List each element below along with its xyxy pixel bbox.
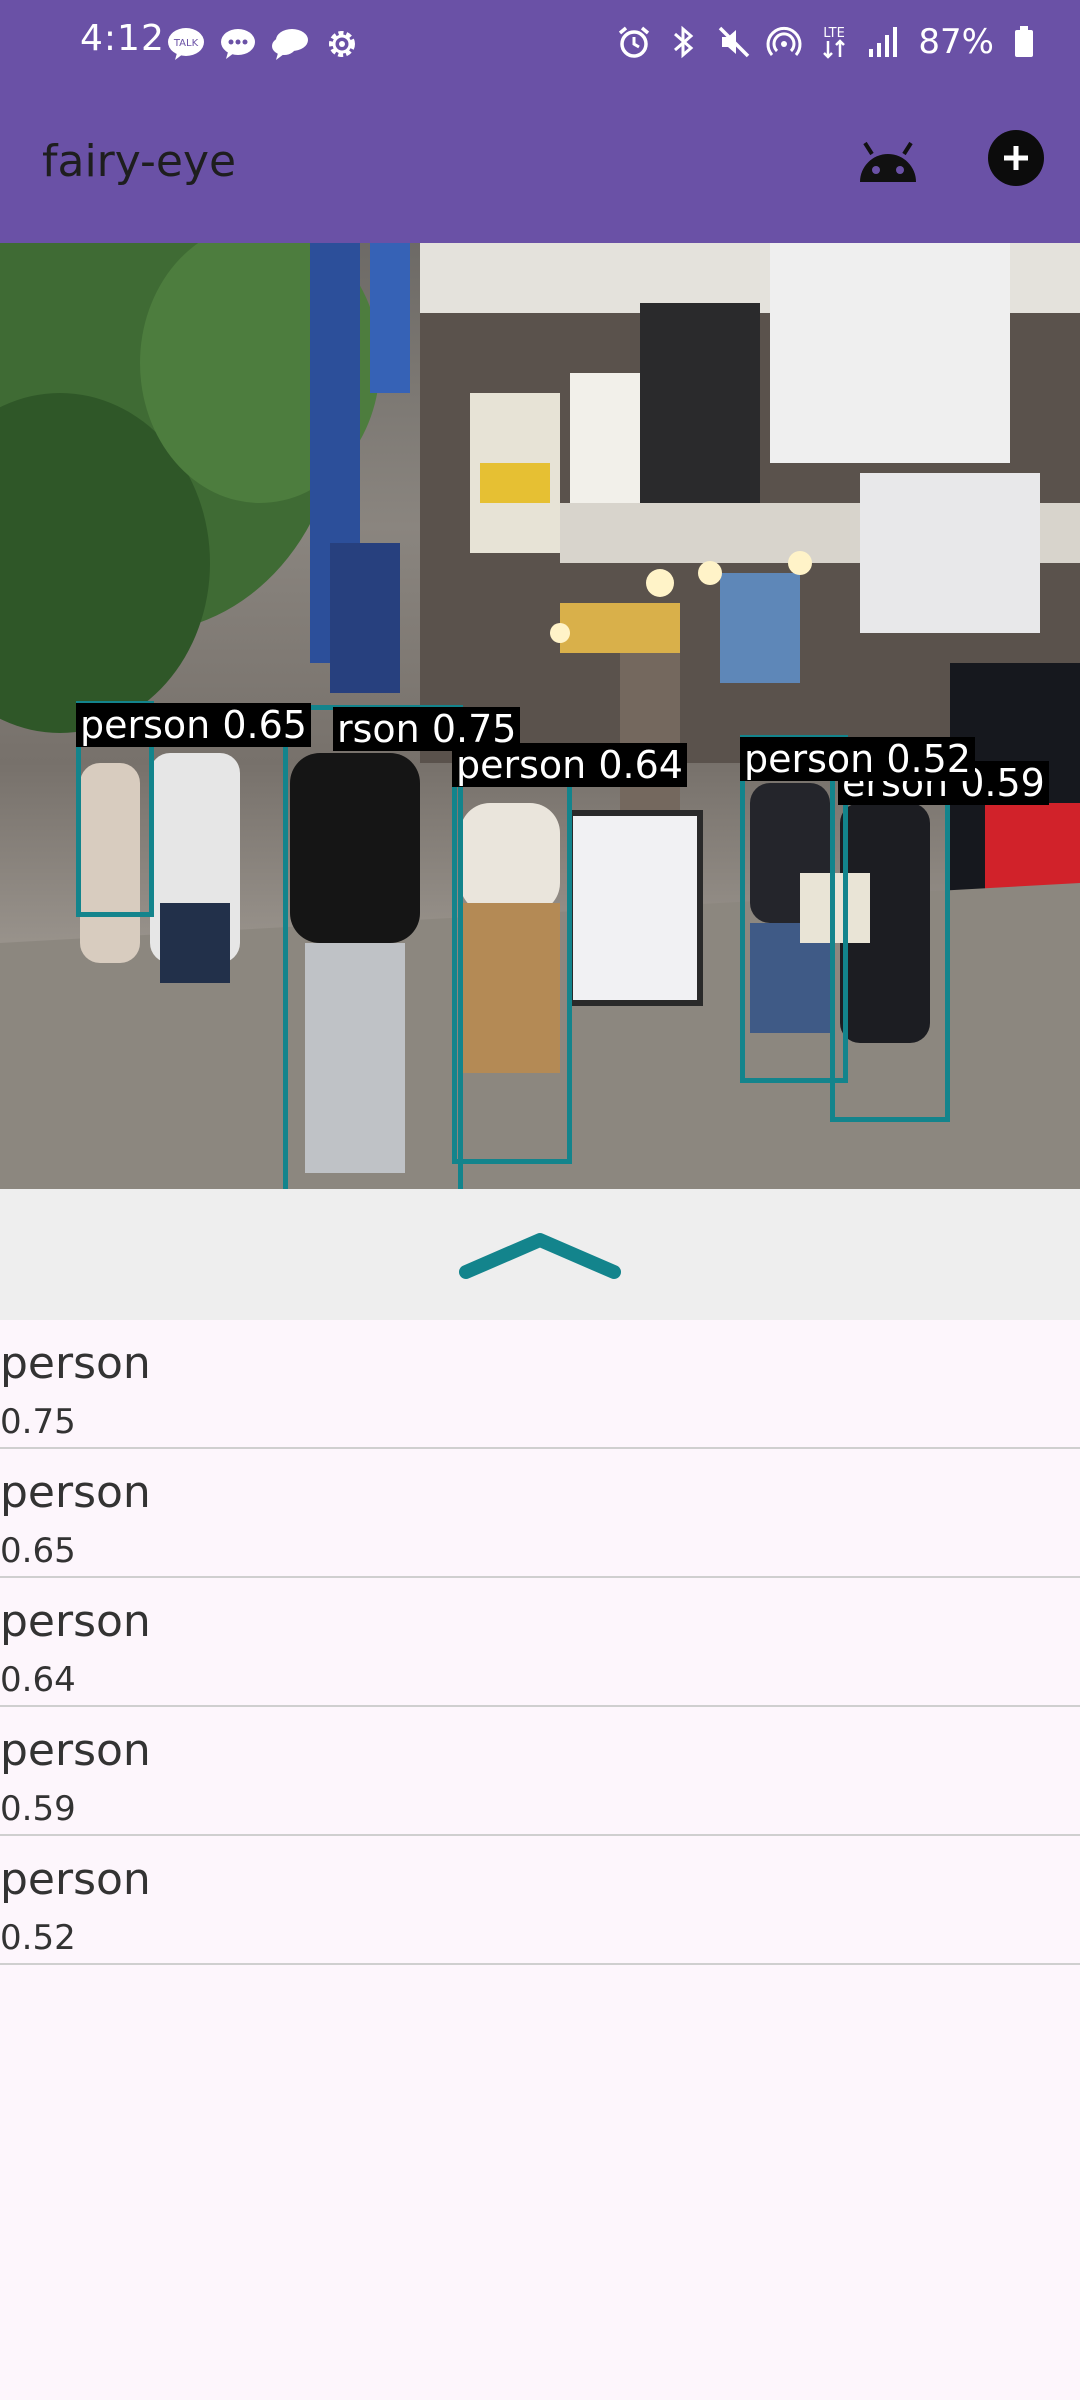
detection-box bbox=[830, 771, 950, 1122]
system-icons: LTE 87% bbox=[614, 22, 1044, 62]
hotspot-icon bbox=[764, 22, 804, 62]
detection-label: person 0.52 bbox=[740, 737, 975, 781]
result-label: person bbox=[0, 1596, 151, 1647]
list-item[interactable]: person 0.59 bbox=[0, 1707, 1080, 1836]
chat-icon bbox=[218, 24, 258, 64]
results-list: person 0.75 person 0.65 person 0.64 pers… bbox=[0, 1320, 1080, 1965]
android-icon[interactable] bbox=[856, 132, 920, 196]
app-bar: fairy-eye bbox=[0, 90, 1080, 243]
result-score: 0.64 bbox=[0, 1660, 76, 1700]
list-item[interactable]: person 0.75 bbox=[0, 1320, 1080, 1449]
settings-icon bbox=[322, 24, 362, 64]
status-bar: 4:12 TALK LTE 87% bbox=[0, 0, 1080, 90]
detection-label: person 0.64 bbox=[452, 743, 687, 787]
chevron-up-icon bbox=[459, 1232, 621, 1279]
result-label: person bbox=[0, 1338, 151, 1389]
result-score: 0.75 bbox=[0, 1402, 76, 1442]
signal-icon bbox=[864, 22, 904, 62]
svg-text:LTE: LTE bbox=[824, 26, 846, 41]
mute-icon bbox=[714, 22, 754, 62]
status-time: 4:12 bbox=[80, 18, 165, 59]
bottom-sheet-handle[interactable] bbox=[0, 1189, 1080, 1320]
plus-icon bbox=[1004, 146, 1028, 170]
add-button[interactable] bbox=[988, 130, 1044, 186]
detection-box bbox=[452, 743, 572, 1164]
app-title: fairy-eye bbox=[42, 136, 237, 187]
list-item[interactable]: person 0.52 bbox=[0, 1836, 1080, 1965]
camera-preview: person 0.65 rson 0.75 person 0.64 erson … bbox=[0, 243, 1080, 1189]
battery-percent: 87% bbox=[918, 22, 994, 62]
result-label: person bbox=[0, 1725, 151, 1776]
list-item[interactable]: person 0.64 bbox=[0, 1578, 1080, 1707]
result-score: 0.65 bbox=[0, 1531, 76, 1571]
result-score: 0.52 bbox=[0, 1918, 76, 1958]
list-item[interactable]: person 0.65 bbox=[0, 1449, 1080, 1578]
notification-icons: TALK bbox=[166, 24, 362, 64]
detection-box bbox=[283, 705, 463, 1189]
lte-icon: LTE bbox=[814, 22, 854, 62]
message-icon bbox=[270, 24, 310, 64]
result-label: person bbox=[0, 1467, 151, 1518]
svg-text:TALK: TALK bbox=[173, 38, 199, 49]
battery-icon bbox=[1004, 22, 1044, 62]
detection-label: person 0.65 bbox=[76, 703, 311, 747]
alarm-icon bbox=[614, 22, 654, 62]
result-score: 0.59 bbox=[0, 1789, 76, 1829]
bluetooth-icon bbox=[664, 22, 704, 62]
result-label: person bbox=[0, 1854, 151, 1905]
talk-icon: TALK bbox=[166, 24, 206, 64]
